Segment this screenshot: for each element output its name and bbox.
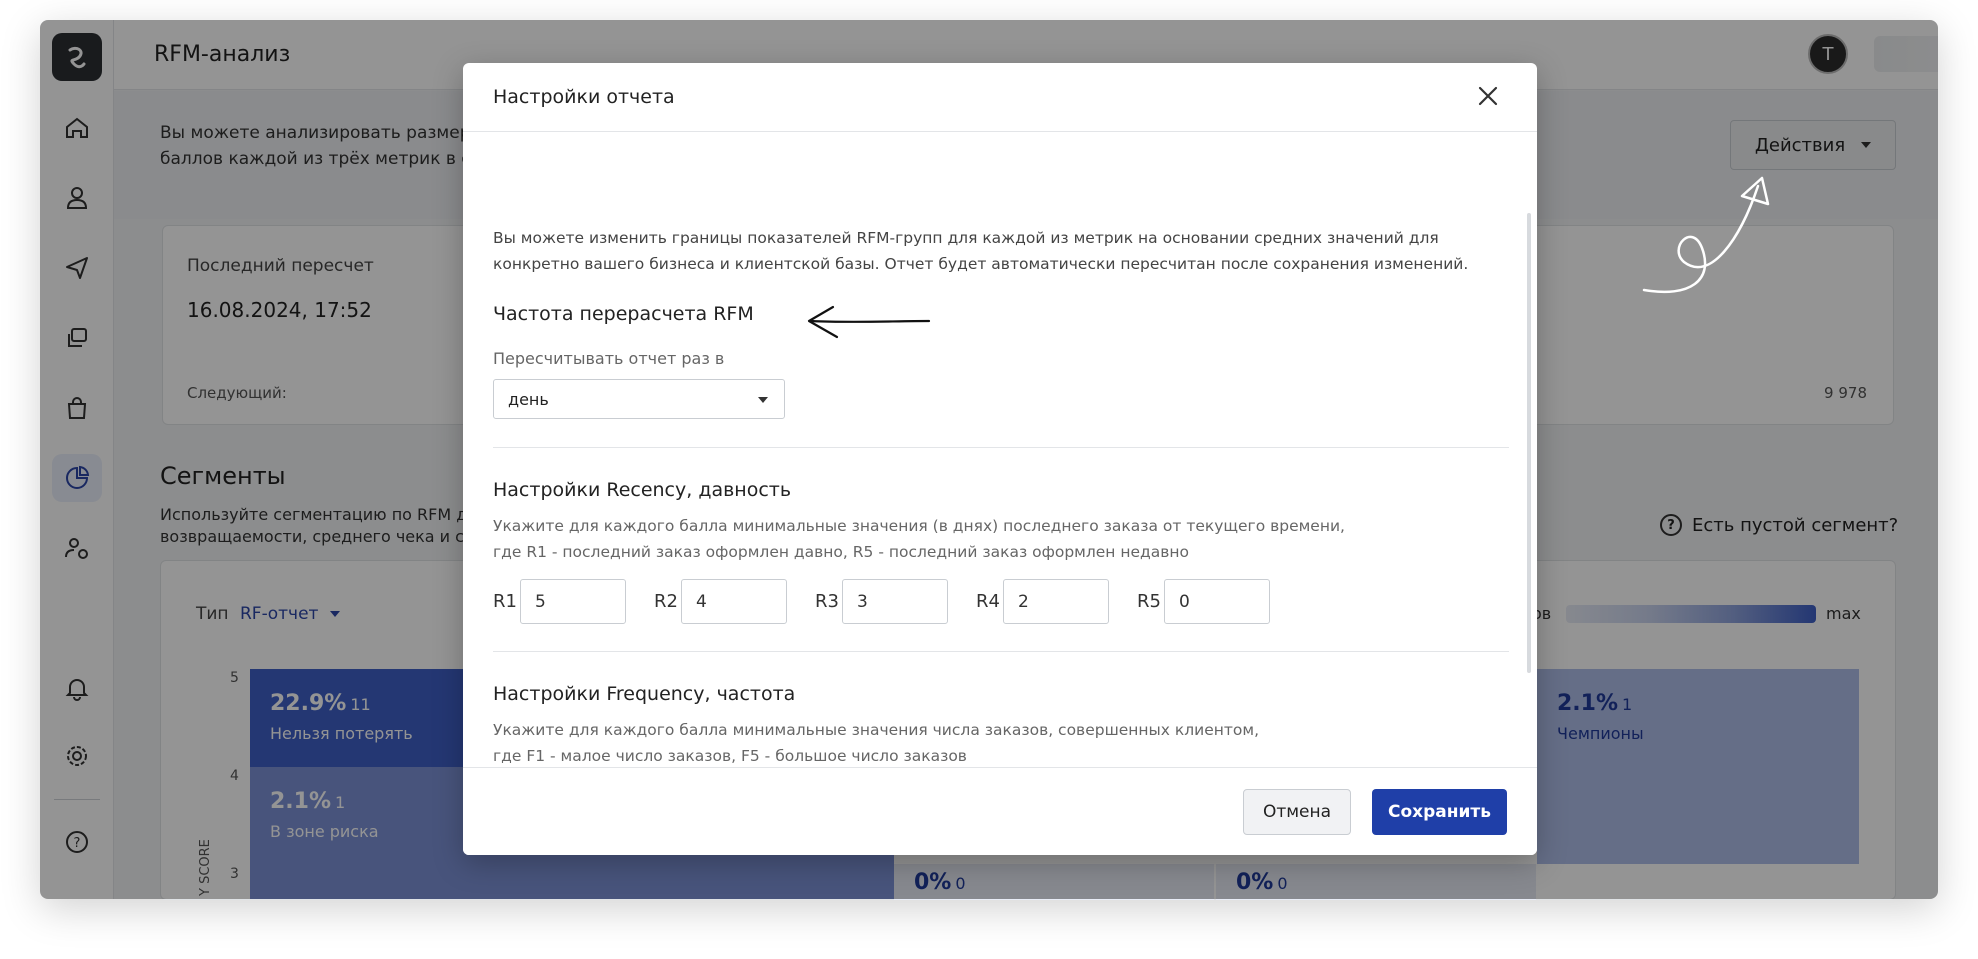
recalc-frequency-select[interactable]: день <box>493 379 785 419</box>
r4-input[interactable] <box>1003 579 1109 624</box>
recency-field-r1: R1 <box>493 579 626 624</box>
field-label: R3 <box>815 591 839 612</box>
annotation-arrow-icon <box>1642 176 1770 294</box>
field-label: R4 <box>976 591 1000 612</box>
recalc-frequency-value: день <box>508 389 549 409</box>
section-divider <box>493 651 1509 652</box>
modal-header: Настройки отчета <box>463 63 1537 132</box>
save-button[interactable]: Сохранить <box>1372 789 1507 835</box>
recency-field-r5: R5 <box>1137 579 1270 624</box>
section-divider <box>493 447 1509 448</box>
report-settings-modal: Настройки отчета Вы можете изменить гран… <box>463 63 1537 855</box>
r5-input[interactable] <box>1164 579 1270 624</box>
modal-title: Настройки отчета <box>493 86 675 108</box>
close-icon[interactable] <box>1475 83 1501 109</box>
modal-scrollbar[interactable] <box>1527 213 1531 673</box>
annotation-arrow-icon <box>807 305 931 339</box>
recency-fields: R1 R2 R3 R4 R5 <box>493 579 1298 624</box>
frequency-hint-2: где F1 - малое число заказов, F5 - больш… <box>493 747 967 763</box>
frequency-hint-1: Укажите для каждого балла минимальные зн… <box>493 721 1260 739</box>
recalc-frequency-title: Частота перерасчета RFM <box>493 303 754 325</box>
recency-hint-1: Укажите для каждого балла минимальные зн… <box>493 517 1345 535</box>
field-label: R1 <box>493 591 517 612</box>
modal-footer: Отмена Сохранить <box>463 767 1537 855</box>
modal-body[interactable]: Вы можете изменить границы показателей R… <box>463 133 1537 763</box>
modal-description: Вы можете изменить границы показателей R… <box>493 229 1469 273</box>
r3-input[interactable] <box>842 579 948 624</box>
recalc-frequency-label: Пересчитывать отчет раз в <box>493 349 725 368</box>
r2-input[interactable] <box>681 579 787 624</box>
recency-field-r4: R4 <box>976 579 1109 624</box>
field-label: R2 <box>654 591 678 612</box>
recency-field-r3: R3 <box>815 579 948 624</box>
r1-input[interactable] <box>520 579 626 624</box>
cancel-button[interactable]: Отмена <box>1243 789 1351 835</box>
recency-title: Настройки Recency, давность <box>493 479 792 501</box>
recency-field-r2: R2 <box>654 579 787 624</box>
chevron-down-icon <box>758 397 768 403</box>
field-label: R5 <box>1137 591 1161 612</box>
recency-hint-2: где R1 - последний заказ оформлен давно,… <box>493 543 1190 561</box>
frequency-title: Настройки Frequency, частота <box>493 683 796 705</box>
